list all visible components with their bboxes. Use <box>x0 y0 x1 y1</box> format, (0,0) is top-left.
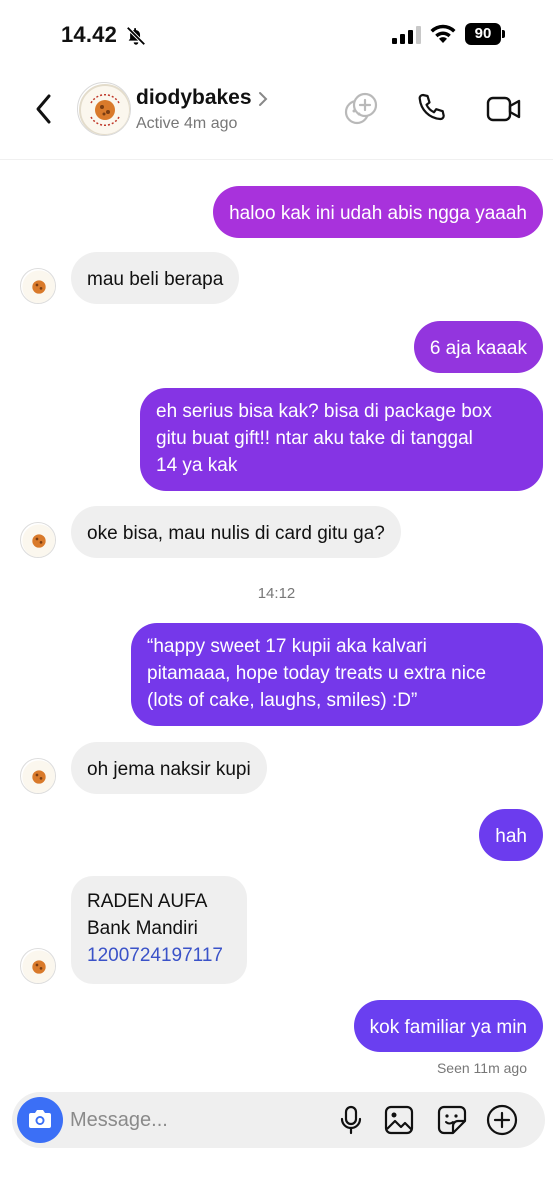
message-text: oke bisa, mau nulis di card gitu ga? <box>87 523 385 544</box>
bakery-logo-icon <box>22 524 55 557</box>
received-message[interactable]: oke bisa, mau nulis di card gitu ga? <box>71 506 401 558</box>
received-message[interactable]: RADEN AUFA Bank Mandiri 1200724197117 <box>71 876 247 984</box>
profile-avatar[interactable] <box>77 82 131 136</box>
wifi-icon <box>430 24 456 43</box>
bakery-logo-icon <box>79 84 130 135</box>
bakery-logo-icon <box>22 950 55 983</box>
message-line: eh serius bisa kak? bisa di package box <box>156 401 492 422</box>
message-input[interactable] <box>70 1092 330 1148</box>
message-text: 6 aja kaaak <box>429 338 527 359</box>
sticker-icon[interactable] <box>437 1105 467 1135</box>
received-message[interactable]: mau beli berapa <box>71 252 240 304</box>
sent-message[interactable]: hah <box>479 809 543 861</box>
signal-icon <box>392 26 421 44</box>
sender-avatar[interactable] <box>20 522 56 558</box>
message-timestamp: 14:12 <box>257 585 296 602</box>
sent-message[interactable]: eh serius bisa kak? bisa di package box … <box>140 388 543 491</box>
microphone-icon[interactable] <box>338 1105 364 1135</box>
chevron-right-icon[interactable] <box>257 91 269 107</box>
sent-message[interactable]: 6 aja kaaak <box>413 321 543 373</box>
message-line: pitamaaa, hope today treats u extra nice <box>147 663 487 684</box>
message-line: 14 ya kak <box>156 455 238 476</box>
message-text: oh jema naksir kupi <box>87 759 251 780</box>
sent-message[interactable]: kok familiar ya min <box>353 1000 543 1052</box>
message-text: mau beli berapa <box>87 269 224 290</box>
message-composer <box>12 1092 545 1148</box>
add-people-icon[interactable] <box>344 92 378 126</box>
battery-indicator: 90 <box>465 23 505 45</box>
battery-level: 90 <box>465 23 501 45</box>
back-arrow-icon[interactable] <box>30 92 58 126</box>
message-line: gitu buat gift!! ntar aku take di tangga… <box>156 428 473 449</box>
message-text: haloo kak ini udah abis ngga yaaah <box>229 203 527 224</box>
sender-avatar[interactable] <box>20 948 56 984</box>
message-text: kok familiar ya min <box>369 1017 527 1038</box>
contact-name[interactable]: diodybakes <box>136 86 252 110</box>
message-line: (lots of cake, laughs, smiles) :D” <box>147 690 418 711</box>
account-number-link[interactable]: 1200724197117 <box>87 942 231 969</box>
status-bar: 14.42 90 <box>0 0 553 70</box>
sent-message[interactable]: “happy sweet 17 kupii aka kalvari pitama… <box>131 623 543 726</box>
bakery-logo-icon <box>22 270 55 303</box>
bank-name: Bank Mandiri <box>87 918 198 939</box>
sender-avatar[interactable] <box>20 758 56 794</box>
bakery-logo-icon <box>22 760 55 793</box>
message-thread[interactable]: haloo kak ini udah abis ngga yaaah mau b… <box>0 160 553 1080</box>
video-camera-icon[interactable] <box>486 94 522 124</box>
received-message[interactable]: oh jema naksir kupi <box>71 742 267 794</box>
camera-button[interactable] <box>17 1097 63 1143</box>
message-line: “happy sweet 17 kupii aka kalvari <box>147 636 427 657</box>
message-text: hah <box>495 826 527 847</box>
seen-receipt: Seen 11m ago <box>436 1060 527 1076</box>
status-time: 14.42 <box>61 22 118 47</box>
sender-avatar[interactable] <box>20 268 56 304</box>
sent-message[interactable]: haloo kak ini udah abis ngga yaaah <box>213 186 543 238</box>
battery-cap <box>502 30 505 38</box>
gallery-icon[interactable] <box>384 1105 414 1135</box>
phone-icon[interactable] <box>415 92 447 124</box>
plus-icon[interactable] <box>486 1104 518 1136</box>
bell-slash-icon <box>126 26 146 46</box>
camera-icon <box>29 1110 51 1128</box>
chat-header: diodybakes Active 4m ago <box>0 70 553 160</box>
contact-active-status: Active 4m ago <box>136 115 238 132</box>
account-name: RADEN AUFA <box>87 891 208 912</box>
